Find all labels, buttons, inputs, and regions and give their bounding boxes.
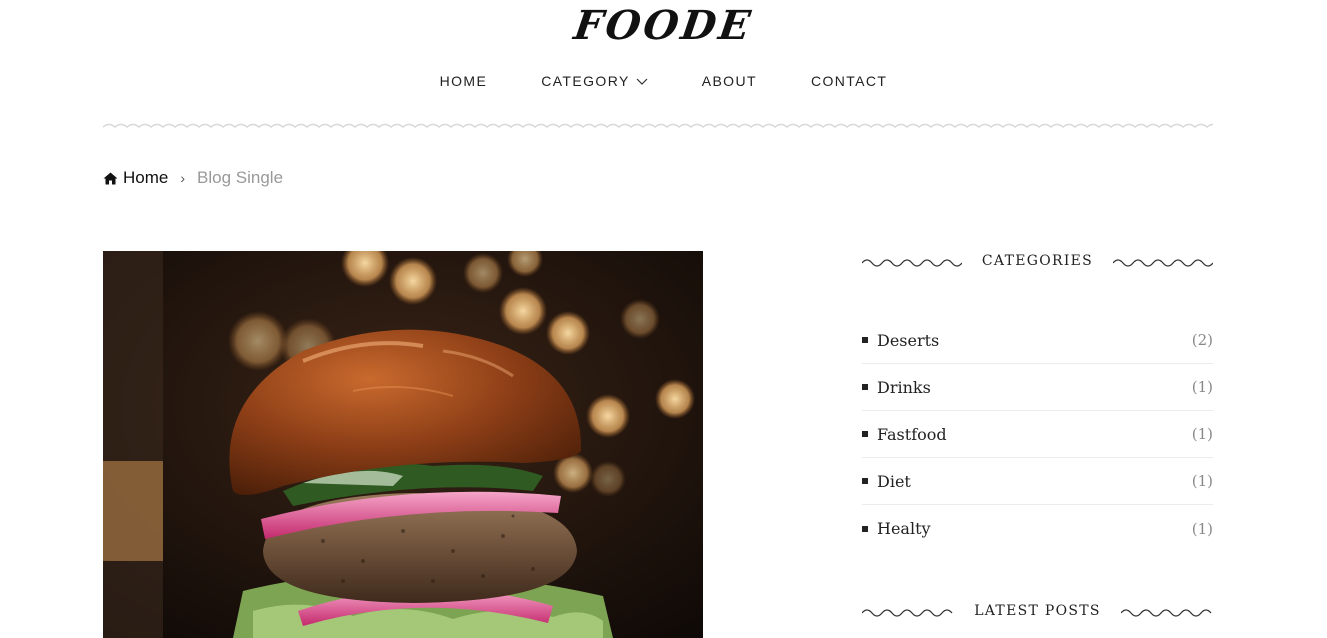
nav-about[interactable]: ABOUT: [702, 73, 757, 89]
home-icon: [103, 172, 118, 184]
chevron-right-icon: ›: [180, 170, 186, 186]
nav-contact[interactable]: CONTACT: [811, 73, 887, 89]
category-item-fastfood[interactable]: Fastfood (1): [862, 411, 1213, 458]
wavy-divider: [103, 123, 1213, 128]
categories-title: CATEGORIES: [981, 253, 1094, 269]
breadcrumb-home-link[interactable]: Home: [103, 168, 168, 188]
latest-posts-widget-header: LATEST POSTS: [862, 600, 1213, 622]
category-item-healty[interactable]: Healty (1): [862, 505, 1213, 552]
main-nav: HOME CATEGORY ABOUT CONTACT: [0, 73, 1327, 89]
category-name: Healty: [877, 519, 931, 538]
breadcrumb-current: Blog Single: [197, 168, 284, 187]
bullet-icon: [862, 337, 868, 343]
categories-widget-header: CATEGORIES: [862, 250, 1213, 272]
category-item-diet[interactable]: Diet (1): [862, 458, 1213, 505]
wavy-ornament-left: [862, 609, 953, 617]
nav-category[interactable]: CATEGORY: [541, 73, 648, 89]
category-item-drinks[interactable]: Drinks (1): [862, 364, 1213, 411]
nav-contact-label: CONTACT: [810, 73, 888, 89]
latest-posts-title: LATEST POSTS: [974, 603, 1101, 619]
chevron-down-icon: [636, 73, 648, 89]
category-name: Diet: [877, 471, 911, 491]
category-count: (1): [1191, 472, 1213, 490]
nav-about-label: ABOUT: [701, 73, 757, 89]
site-logo[interactable]: FOODE: [0, 2, 1327, 49]
breadcrumb: Home › Blog Single: [103, 168, 283, 188]
wavy-ornament-right: [1112, 259, 1213, 267]
bullet-icon: [862, 525, 868, 532]
category-item-deserts[interactable]: Deserts (2): [862, 317, 1213, 364]
nav-home-label: HOME: [439, 73, 488, 89]
wavy-ornament-left: [862, 259, 962, 267]
category-name: Deserts: [877, 330, 940, 350]
category-count: (2): [1191, 331, 1213, 349]
blog-hero-image: [103, 251, 703, 638]
category-count: (1): [1191, 519, 1213, 538]
category-count: (1): [1191, 378, 1213, 396]
breadcrumb-home-label: Home: [123, 168, 169, 187]
category-name: Drinks: [877, 377, 931, 397]
nav-home[interactable]: HOME: [440, 73, 488, 89]
nav-category-label: CATEGORY: [541, 73, 630, 89]
bullet-icon: [862, 384, 868, 390]
categories-list: Deserts (2) Drinks (1) Fastfood (1) Diet…: [862, 317, 1213, 552]
category-count: (1): [1191, 425, 1213, 443]
bullet-icon: [862, 431, 868, 437]
category-name: Fastfood: [877, 424, 947, 444]
bullet-icon: [862, 478, 868, 484]
wavy-ornament-right: [1120, 609, 1212, 617]
